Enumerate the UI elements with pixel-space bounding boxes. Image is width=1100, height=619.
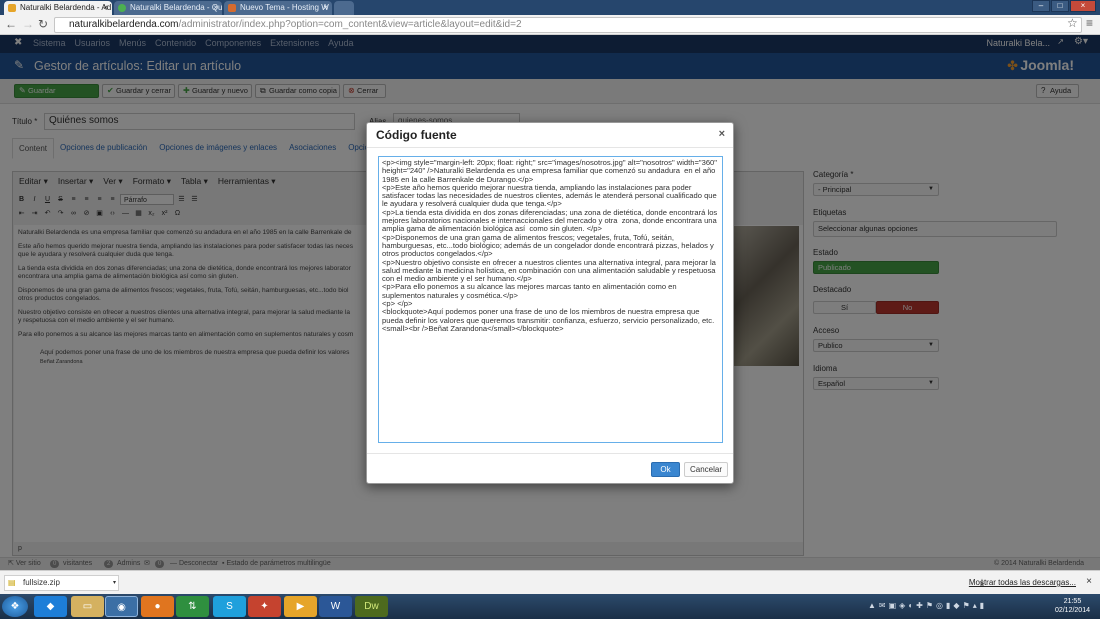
url-domain: naturalkibelardenda.com [69,19,179,30]
close-tab-icon[interactable]: × [323,1,328,14]
windows-taskbar: ❖ ◆ ▭ ◉ ● ⇅ S ✦ ▶ W Dw ▲✉▣◈◐✚⚑◎▮◆⚑▴▮ 21:… [0,594,1100,619]
dialog-divider [367,453,733,454]
browser-tab-strip: Naturalki Belardenda - Ad × Naturalki Be… [0,0,1100,15]
clock[interactable]: 21:55 02/12/2014 [1055,597,1090,615]
close-dialog-icon[interactable]: × [719,128,725,140]
source-code-textarea[interactable]: <p><img style="margin-left: 20px; float:… [378,156,723,443]
chrome-menu-icon[interactable]: ≡ [1086,16,1093,30]
maximize-icon[interactable]: □ [1051,0,1069,12]
close-tab-icon[interactable]: × [213,1,218,14]
window-controls: – □ × [1031,0,1096,12]
browser-tab-admin[interactable]: Naturalki Belardenda - Ad × [4,1,112,15]
chrome-icon[interactable]: ◉ [105,596,138,617]
dialog-divider [367,147,733,148]
site-favicon-icon [118,4,126,12]
address-toolbar: ← → ↻ naturalkibelardenda.com/administra… [0,15,1100,35]
star-icon[interactable]: ☆ [1067,16,1078,30]
show-all-downloads-link[interactable]: Mostrar todas las descargas... [969,578,1076,587]
downloads-bar: ▤ fullsize.zip ▾ ⤓ Mostrar todas las des… [0,570,1100,594]
back-icon[interactable]: ← [5,17,17,31]
close-downloads-icon[interactable]: × [1086,576,1092,587]
filezilla-icon[interactable]: ⇅ [176,596,209,617]
dialog-title: Código fuente [376,128,457,142]
new-tab-button[interactable] [334,1,354,15]
media-player-icon[interactable]: ▶ [284,596,317,617]
firefox-icon[interactable]: ● [141,596,174,617]
forward-icon[interactable]: → [22,17,34,31]
cancel-button[interactable]: Cancelar [684,462,728,477]
dreamweaver-icon[interactable]: Dw [355,596,388,617]
hosting-favicon-icon [228,4,236,12]
download-item[interactable]: ▤ fullsize.zip ▾ [4,575,119,591]
browser-tab-site[interactable]: Naturalki Belardenda - Qu × [114,1,222,15]
zip-file-icon: ▤ [8,578,16,587]
clock-date: 02/12/2014 [1054,607,1090,614]
source-code-dialog: Código fuente × <p><img style="margin-le… [366,122,734,484]
system-tray-icons[interactable]: ▲✉▣◈◐✚⚑◎▮◆⚑▴▮ [868,601,987,610]
url-bar[interactable]: naturalkibelardenda.com/administrator/in… [54,17,1082,33]
app-icon[interactable]: ✦ [248,596,281,617]
close-window-icon[interactable]: × [1070,0,1096,12]
joomla-favicon-icon [8,4,16,12]
url-path: /administrator/index.php?option=com_cont… [178,19,522,30]
reload-icon[interactable]: ↻ [38,17,48,31]
file-explorer-icon[interactable]: ▭ [71,596,104,617]
close-tab-icon[interactable]: × [103,1,108,14]
dropbox-icon[interactable]: ◆ [34,596,67,617]
ok-button[interactable]: Ok [651,462,680,477]
start-button[interactable]: ❖ [2,596,28,617]
word-icon[interactable]: W [319,596,352,617]
minimize-icon[interactable]: – [1032,0,1050,12]
clock-time: 21:55 [1063,598,1082,605]
skype-icon[interactable]: S [213,596,246,617]
browser-tab-hosting[interactable]: Nuevo Tema - Hosting W × [224,1,332,15]
chevron-down-icon[interactable]: ▾ [113,576,116,590]
